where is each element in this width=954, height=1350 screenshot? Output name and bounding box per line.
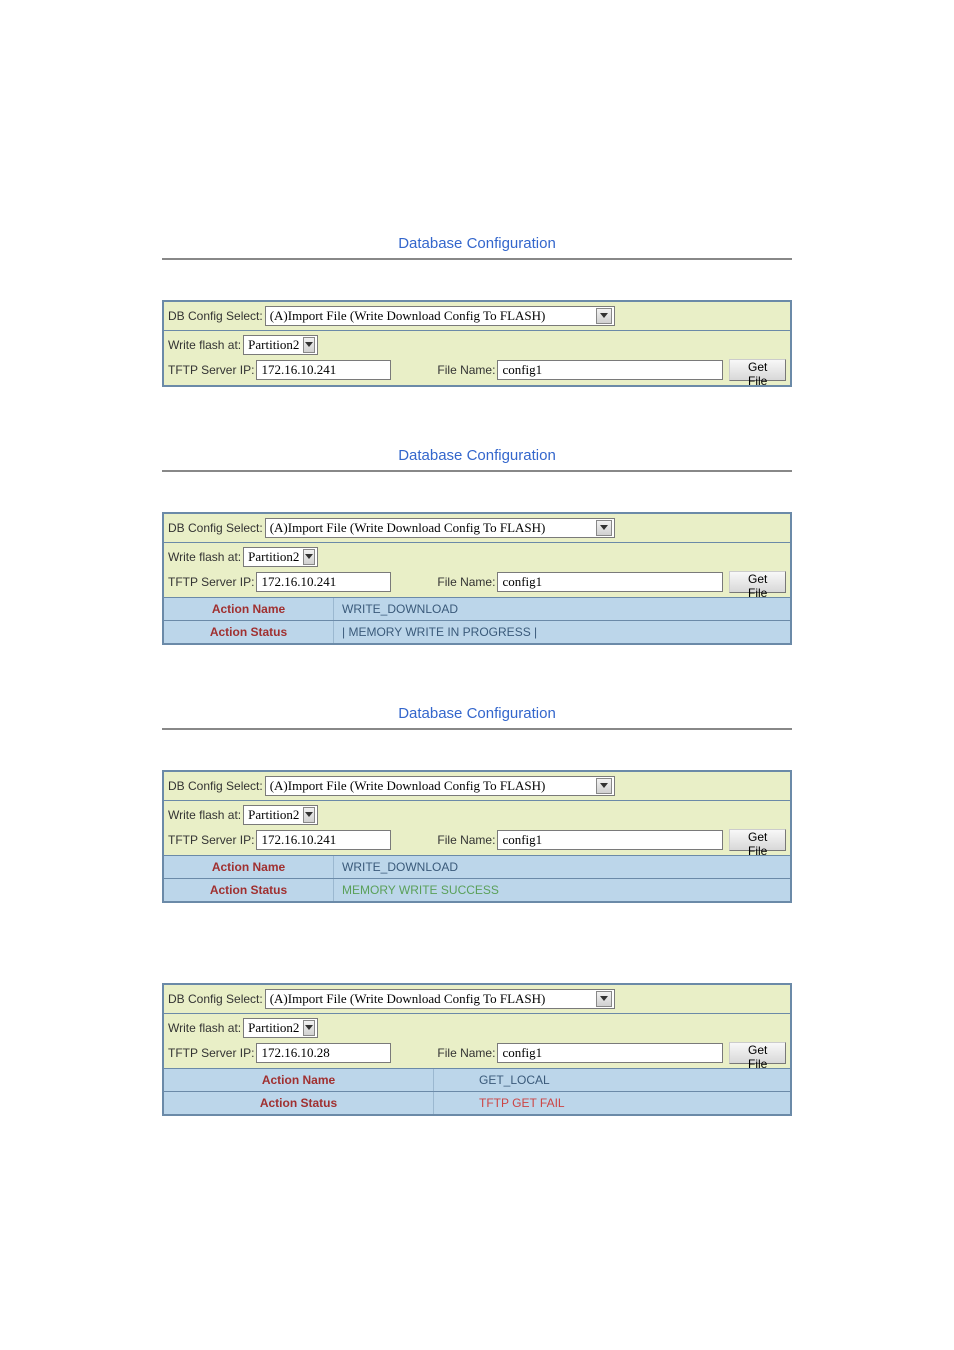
dropdown-icon[interactable] bbox=[596, 778, 612, 794]
write-flash-label: Write flash at: bbox=[168, 1021, 241, 1035]
write-flash-label: Write flash at: bbox=[168, 808, 241, 822]
db-config-select[interactable]: (A)Import File (Write Download Config To… bbox=[265, 989, 615, 1009]
partition-select[interactable]: Partition2 bbox=[243, 805, 318, 825]
action-name-value: GET_LOCAL bbox=[434, 1069, 790, 1091]
write-flash-label: Write flash at: bbox=[168, 338, 241, 352]
write-flash-label: Write flash at: bbox=[168, 550, 241, 564]
db-config-select-label: DB Config Select: bbox=[168, 992, 263, 1006]
dropdown-icon[interactable] bbox=[596, 520, 612, 536]
file-name-label: File Name: bbox=[437, 833, 495, 847]
action-status-value: MEMORY WRITE SUCCESS bbox=[334, 879, 790, 901]
db-config-select-value: (A)Import File (Write Download Config To… bbox=[270, 778, 546, 794]
db-config-select-label: DB Config Select: bbox=[168, 521, 263, 535]
file-name-input[interactable] bbox=[497, 830, 723, 850]
tftp-ip-label: TFTP Server IP: bbox=[168, 1046, 254, 1060]
page-title: Database Configuration bbox=[162, 447, 792, 472]
file-name-input[interactable] bbox=[497, 360, 723, 380]
config-panel: DB Config Select: (A)Import File (Write … bbox=[162, 300, 792, 387]
dropdown-icon[interactable] bbox=[596, 308, 612, 324]
file-name-label: File Name: bbox=[437, 1046, 495, 1060]
file-name-label: File Name: bbox=[437, 363, 495, 377]
partition-select-value: Partition2 bbox=[248, 807, 299, 823]
get-file-button[interactable]: Get File bbox=[729, 571, 786, 593]
get-file-button[interactable]: Get File bbox=[729, 359, 786, 381]
get-file-button[interactable]: Get File bbox=[729, 1042, 786, 1064]
dropdown-icon[interactable] bbox=[596, 991, 612, 1007]
db-config-select[interactable]: (A)Import File (Write Download Config To… bbox=[265, 306, 615, 326]
dropdown-icon[interactable] bbox=[303, 1020, 315, 1036]
tftp-ip-label: TFTP Server IP: bbox=[168, 575, 254, 589]
dropdown-icon[interactable] bbox=[303, 549, 315, 565]
tftp-ip-input[interactable] bbox=[256, 830, 391, 850]
db-config-select-value: (A)Import File (Write Download Config To… bbox=[270, 520, 546, 536]
action-name-value: WRITE_DOWNLOAD bbox=[334, 856, 790, 878]
page-title: Database Configuration bbox=[162, 235, 792, 260]
action-status-label: Action Status bbox=[164, 879, 334, 901]
partition-select[interactable]: Partition2 bbox=[243, 335, 318, 355]
partition-select-value: Partition2 bbox=[248, 1020, 299, 1036]
action-status-value: TFTP GET FAIL bbox=[434, 1092, 790, 1114]
action-name-label: Action Name bbox=[164, 856, 334, 878]
db-config-select-label: DB Config Select: bbox=[168, 309, 263, 323]
tftp-ip-input[interactable] bbox=[256, 360, 391, 380]
db-config-select[interactable]: (A)Import File (Write Download Config To… bbox=[265, 776, 615, 796]
partition-select[interactable]: Partition2 bbox=[243, 547, 318, 567]
dropdown-icon[interactable] bbox=[303, 337, 315, 353]
tftp-ip-input[interactable] bbox=[256, 572, 391, 592]
config-panel: DB Config Select: (A)Import File (Write … bbox=[162, 983, 792, 1116]
get-file-button[interactable]: Get File bbox=[729, 829, 786, 851]
config-panel: DB Config Select: (A)Import File (Write … bbox=[162, 512, 792, 645]
db-config-select[interactable]: (A)Import File (Write Download Config To… bbox=[265, 518, 615, 538]
action-status-value: | MEMORY WRITE IN PROGRESS | bbox=[334, 621, 790, 643]
file-name-input[interactable] bbox=[497, 1043, 723, 1063]
action-status-label: Action Status bbox=[164, 1092, 434, 1114]
action-name-label: Action Name bbox=[164, 1069, 434, 1091]
tftp-ip-input[interactable] bbox=[256, 1043, 391, 1063]
partition-select[interactable]: Partition2 bbox=[243, 1018, 318, 1038]
action-status-label: Action Status bbox=[164, 621, 334, 643]
db-config-select-value: (A)Import File (Write Download Config To… bbox=[270, 991, 546, 1007]
file-name-label: File Name: bbox=[437, 575, 495, 589]
partition-select-value: Partition2 bbox=[248, 549, 299, 565]
page-title: Database Configuration bbox=[162, 705, 792, 730]
db-config-select-value: (A)Import File (Write Download Config To… bbox=[270, 308, 546, 324]
tftp-ip-label: TFTP Server IP: bbox=[168, 363, 254, 377]
action-name-value: WRITE_DOWNLOAD bbox=[334, 598, 790, 620]
db-config-select-label: DB Config Select: bbox=[168, 779, 263, 793]
action-name-label: Action Name bbox=[164, 598, 334, 620]
tftp-ip-label: TFTP Server IP: bbox=[168, 833, 254, 847]
partition-select-value: Partition2 bbox=[248, 337, 299, 353]
dropdown-icon[interactable] bbox=[303, 807, 315, 823]
config-panel: DB Config Select: (A)Import File (Write … bbox=[162, 770, 792, 903]
file-name-input[interactable] bbox=[497, 572, 723, 592]
